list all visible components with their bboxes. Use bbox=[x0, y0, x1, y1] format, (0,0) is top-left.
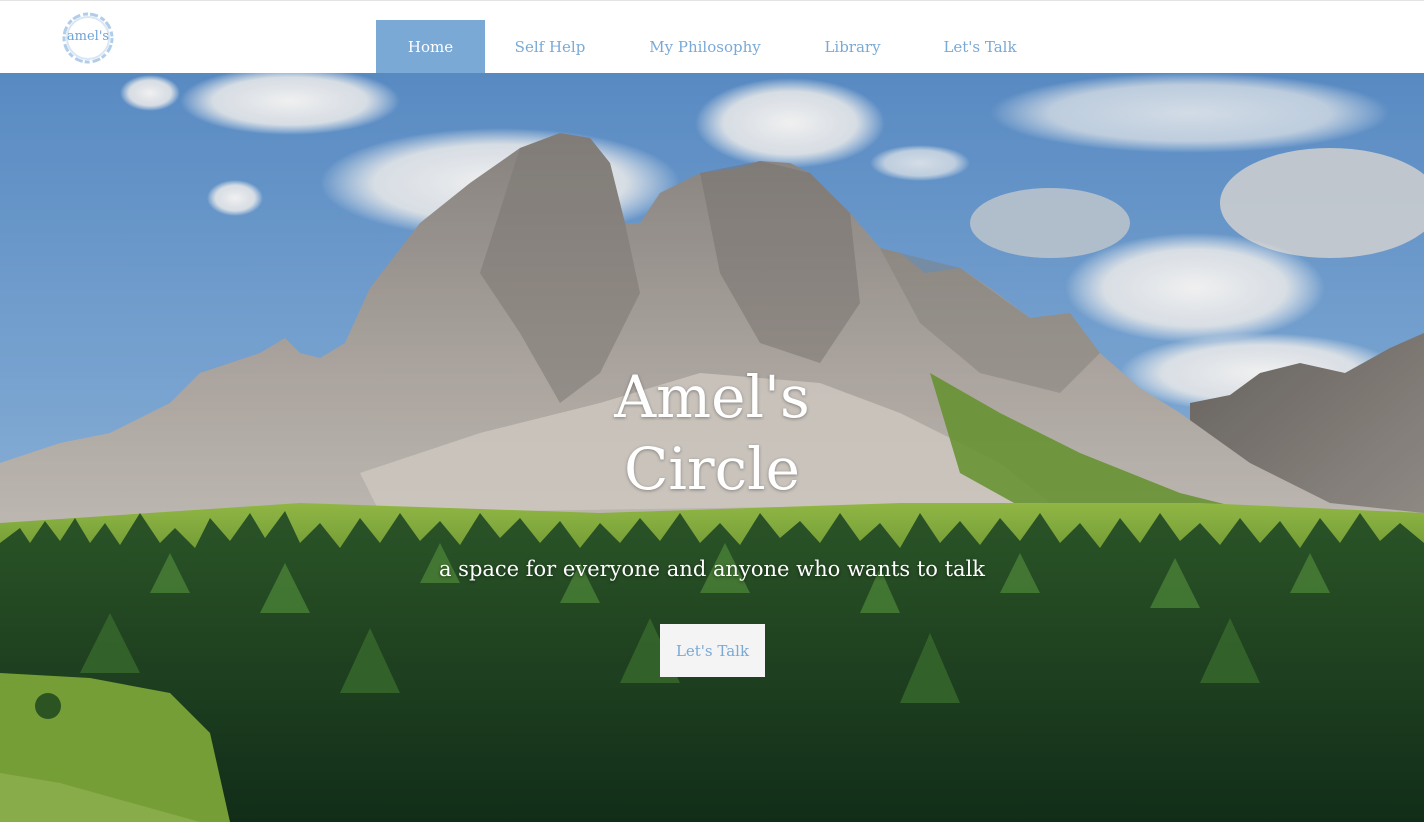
site-header: amel's Home Self Help My Philosophy Libr… bbox=[0, 0, 1424, 74]
hero-title-line-1: Amel's bbox=[614, 363, 810, 431]
nav-home[interactable]: Home bbox=[376, 20, 485, 74]
nav-my-philosophy[interactable]: My Philosophy bbox=[615, 20, 795, 74]
lets-talk-button[interactable]: Let's Talk bbox=[660, 624, 765, 677]
main-nav: Home Self Help My Philosophy Library Let… bbox=[376, 20, 1050, 74]
hero-title-line-2: Circle bbox=[623, 435, 800, 503]
hero-subtitle: a space for everyone and anyone who want… bbox=[438, 557, 986, 581]
hero-section: Amel's Circle a space for everyone and a… bbox=[0, 73, 1424, 822]
nav-self-help[interactable]: Self Help bbox=[485, 20, 615, 74]
nav-lets-talk[interactable]: Let's Talk bbox=[910, 20, 1050, 74]
logo-text: amel's bbox=[66, 29, 110, 44]
logo[interactable]: amel's bbox=[61, 11, 115, 65]
nav-library[interactable]: Library bbox=[795, 20, 910, 74]
hero-title: Amel's Circle bbox=[512, 361, 912, 505]
